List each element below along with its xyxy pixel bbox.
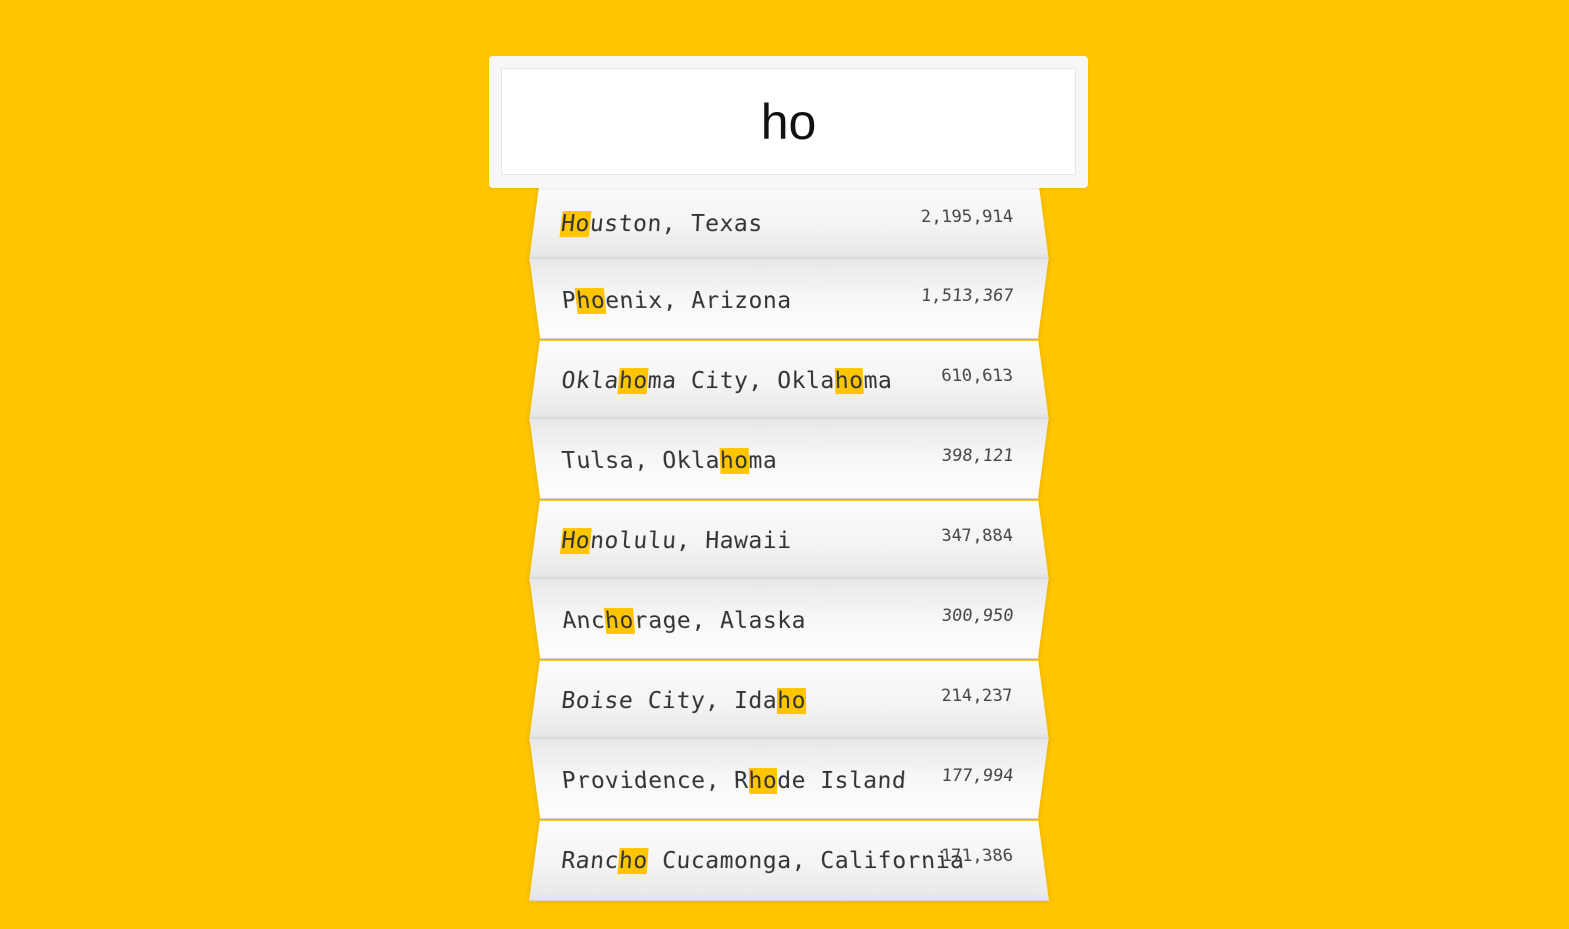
match-highlight: ho: [777, 688, 806, 714]
suggestion-item[interactable]: Oklahoma City, Oklahoma 610,613: [529, 341, 1049, 421]
suggestion-item[interactable]: Houston, Texas 2,195,914: [529, 181, 1049, 261]
name-text: Providence, R: [561, 768, 749, 794]
match-highlight: ho: [618, 848, 649, 874]
name-text: Tulsa, Okla: [561, 448, 721, 474]
search-input[interactable]: [501, 68, 1076, 175]
match-highlight: ho: [834, 368, 864, 394]
match-highlight: Ho: [559, 211, 591, 237]
suggestion-item[interactable]: Tulsa, Oklahoma 398,121: [530, 419, 1049, 499]
name-text: Ranc: [560, 848, 620, 874]
name-text: rage, Alaska: [633, 608, 806, 634]
suggestion-population: 610,613: [941, 366, 1015, 386]
name-text: enix, Arizona: [604, 288, 792, 314]
match-highlight: Ho: [560, 528, 592, 554]
suggestion-name: Honolulu, Hawaii: [560, 528, 792, 554]
name-text: Boise City, Ida: [560, 688, 777, 714]
suggestion-item[interactable]: Boise City, Idaho 214,237: [529, 661, 1049, 741]
match-highlight: ho: [604, 608, 635, 634]
match-highlight: ho: [748, 768, 777, 794]
suggestion-item[interactable]: Anchorage, Alaska 300,950: [530, 579, 1049, 659]
match-highlight: ho: [719, 448, 748, 474]
suggestion-population: 398,121: [941, 446, 1015, 466]
search-form: [489, 56, 1088, 188]
suggestion-population: 2,195,914: [920, 207, 1014, 227]
name-text: uston, Texas: [589, 211, 763, 237]
name-text: de Island: [777, 768, 907, 794]
name-text: nolulu, Hawaii: [589, 528, 792, 554]
suggestion-name: Phoenix, Arizona: [561, 288, 792, 314]
suggestion-name: Houston, Texas: [559, 211, 762, 237]
name-text: Okla: [560, 368, 620, 394]
suggestion-item[interactable]: Providence, Rhode Island 177,994: [530, 739, 1049, 819]
name-text: Cucamonga, California: [647, 848, 966, 874]
suggestion-item[interactable]: Phoenix, Arizona 1,513,367: [530, 259, 1049, 339]
suggestion-name: Boise City, Idaho: [560, 688, 806, 714]
suggestions-list: Houston, Texas 2,195,914 Phoenix, Arizona 1…: [535, 178, 1043, 898]
page: Houston, Texas2,195,914Phoenix, Arizona1…: [0, 0, 1569, 929]
suggestion-population: 171,386: [941, 846, 1015, 866]
suggestion-name: Anchorage, Alaska: [561, 608, 806, 634]
suggestion-item[interactable]: Rancho Cucamonga, California 171,386: [529, 821, 1049, 901]
suggestion-name: Oklahoma City, Oklahoma: [560, 368, 893, 394]
suggestion-population: 347,884: [941, 526, 1015, 546]
suggestion-item[interactable]: Honolulu, Hawaii 347,884: [529, 501, 1049, 581]
name-text: Anc: [561, 608, 607, 634]
name-text: ma: [748, 448, 777, 474]
match-highlight: ho: [575, 288, 606, 314]
name-text: ma: [863, 368, 893, 394]
suggestion-population: 214,237: [941, 686, 1015, 706]
name-text: ma City, Okla: [647, 368, 835, 394]
suggestion-name: Providence, Rhode Island: [561, 768, 908, 794]
suggestion-name: Tulsa, Oklahoma: [561, 448, 778, 474]
suggestion-population: 1,513,367: [920, 286, 1014, 306]
suggestion-name: Rancho Cucamonga, California: [560, 848, 966, 874]
suggestion-population: 177,994: [941, 766, 1015, 786]
suggestion-population: 300,950: [941, 606, 1015, 626]
match-highlight: ho: [618, 368, 649, 394]
